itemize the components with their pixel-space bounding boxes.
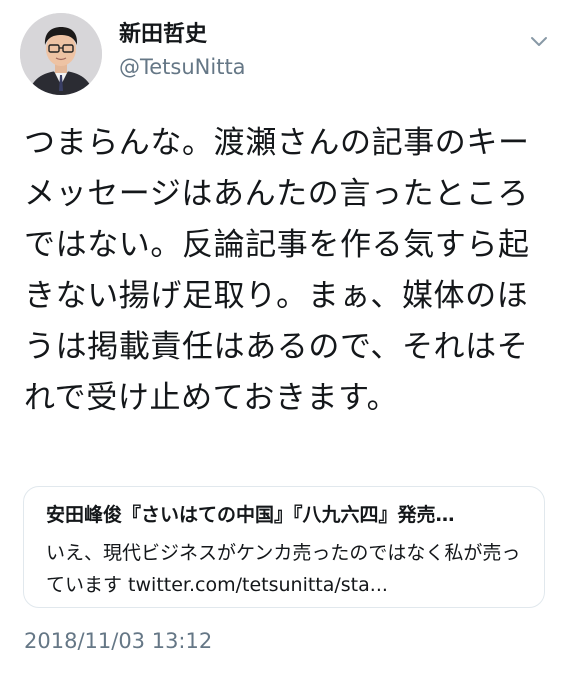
quoted-tweet-author: 安田峰俊『さいはての中国』『八九六四』発売… (46, 504, 455, 526)
tweet-timestamp[interactable]: 2018/11/03 13:12 (24, 628, 212, 654)
avatar[interactable] (20, 13, 102, 95)
author-display-name[interactable]: 新田哲史 (119, 22, 207, 48)
author-handle[interactable]: @TetsuNitta (119, 54, 246, 80)
tweet-text: つまらんな。渡瀬さんの記事のキーメッセージはあんたの言ったところではない。反論記… (24, 125, 530, 416)
profile-photo-icon (20, 13, 102, 95)
quoted-tweet-card[interactable]: 安田峰俊『さいはての中国』『八九六四』発売… いえ、現代ビジネスがケンカ売ったの… (23, 486, 545, 608)
chevron-down-icon[interactable] (528, 30, 550, 52)
quoted-tweet-link[interactable]: twitter.com/tetsunitta/sta... (128, 574, 388, 596)
quoted-tweet-text: いえ、現代ビジネスがケンカ売ったのではなく私が売っています twitter.co… (46, 537, 524, 601)
